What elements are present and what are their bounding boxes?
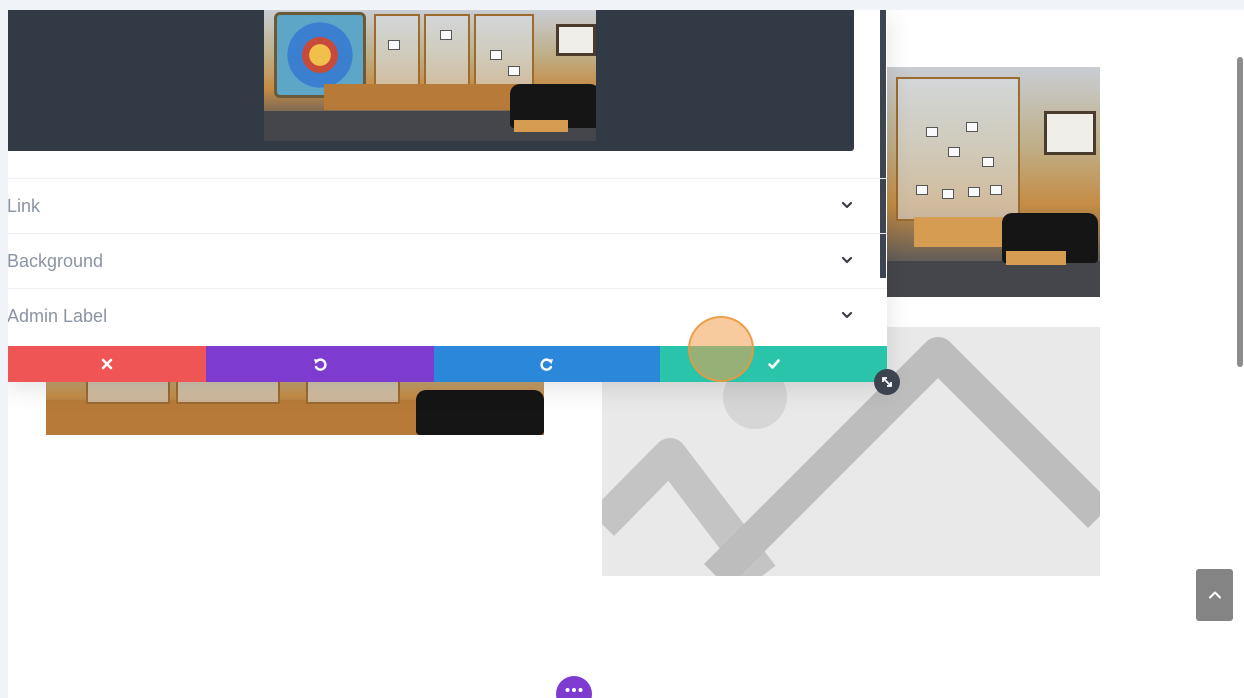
more-dots-icon — [565, 688, 583, 692]
undo-button[interactable] — [206, 346, 434, 382]
page-canvas: Link Background Admin Label — [8, 10, 1236, 698]
page-scrollbar-thumb[interactable] — [1237, 57, 1243, 367]
undo-icon — [314, 358, 327, 371]
preview-image — [264, 10, 596, 141]
redo-button[interactable] — [434, 346, 660, 382]
page-scrollbar[interactable] — [1236, 10, 1244, 698]
back-to-top-button[interactable] — [1196, 569, 1233, 621]
accordion-label-background: Background — [8, 250, 104, 271]
close-icon — [101, 358, 113, 370]
accordion-label-admin-label: Admin Label — [8, 305, 108, 326]
resize-icon — [882, 377, 892, 387]
accordion-label-link: Link — [8, 195, 41, 216]
modal-action-bar — [8, 346, 887, 382]
chevron-down-icon — [841, 256, 853, 264]
module-settings-panel: Link Background Admin Label — [8, 10, 887, 382]
settings-accordion: Link Background Admin Label — [8, 178, 887, 343]
discard-button[interactable] — [8, 346, 206, 382]
chevron-down-icon — [841, 201, 853, 209]
redo-icon — [540, 358, 553, 371]
accordion-link-toggle[interactable]: Link — [8, 178, 887, 233]
page-settings-more-button[interactable] — [556, 676, 592, 698]
click-indicator — [688, 316, 754, 382]
chevron-down-icon — [841, 311, 853, 319]
check-icon — [767, 359, 780, 369]
image-preview-area — [8, 10, 854, 151]
gallery-photo-right — [886, 67, 1100, 297]
accordion-admin-label-toggle[interactable]: Admin Label — [8, 288, 887, 343]
chevron-up-icon — [1208, 591, 1221, 599]
accordion-background-toggle[interactable]: Background — [8, 233, 887, 288]
panel-resize-handle[interactable] — [874, 369, 900, 395]
